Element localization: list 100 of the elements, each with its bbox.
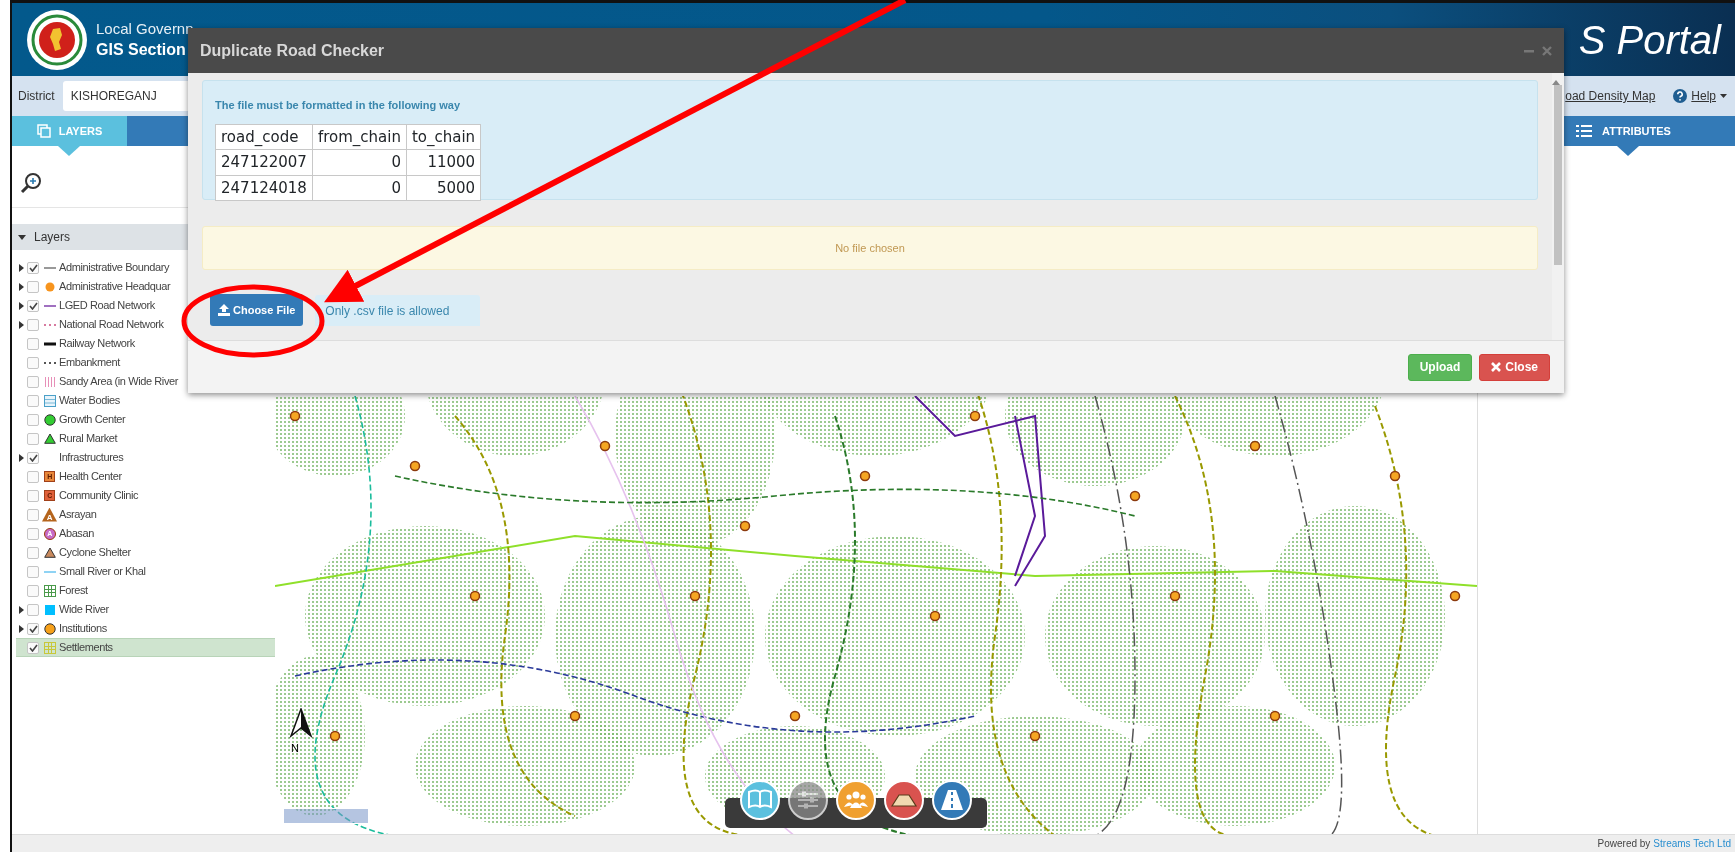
layer-label: Forest xyxy=(59,583,88,599)
layer-label: Asrayan xyxy=(59,507,97,523)
table-cell: 5000 xyxy=(406,175,481,201)
dialog-title: Duplicate Road Checker xyxy=(200,40,385,61)
table-cell: 247122007 xyxy=(215,149,313,175)
layer-label: Community Clinic xyxy=(59,488,139,504)
checkbox[interactable] xyxy=(27,356,39,369)
layer-row[interactable]: Rural Market xyxy=(16,429,275,448)
layer-label: LGED Road Network xyxy=(59,298,155,314)
table-header-cell: to_chain xyxy=(406,124,481,150)
north-label: N xyxy=(291,740,299,756)
layer-row[interactable]: Sandy Area (in Wide River xyxy=(16,372,275,391)
checkbox[interactable] xyxy=(27,622,39,635)
checkbox[interactable] xyxy=(27,470,39,483)
layer-label: Embankment xyxy=(59,355,120,371)
scroll-up-icon[interactable] xyxy=(1552,80,1560,86)
district-label: District xyxy=(18,88,55,105)
layer-label: Sandy Area (in Wide River xyxy=(59,374,178,390)
portal-title: S Portal xyxy=(1578,16,1721,64)
layer-row[interactable]: A Asrayan xyxy=(16,505,275,524)
table-cell: 11000 xyxy=(406,149,481,175)
file-status: No file chosen xyxy=(202,226,1538,270)
zoom-in-icon[interactable] xyxy=(20,171,42,194)
close-button[interactable]: Close xyxy=(1479,353,1550,381)
layer-label: Administrative Headquar xyxy=(59,279,171,295)
layer-row[interactable]: Water Bodies xyxy=(16,391,275,410)
layer-row[interactable]: Growth Center xyxy=(16,410,275,429)
list-icon xyxy=(1576,125,1593,137)
layer-label: Small River or Khal xyxy=(59,564,146,580)
layer-label: Rural Market xyxy=(59,431,118,447)
checkbox[interactable] xyxy=(27,584,39,597)
choose-file-button[interactable]: Choose File xyxy=(210,294,304,326)
checkbox[interactable] xyxy=(27,318,39,331)
layer-label: Infrastructures xyxy=(59,450,124,466)
checkbox[interactable] xyxy=(27,413,39,426)
table-cell: 0 xyxy=(312,149,407,175)
checkbox[interactable] xyxy=(27,299,39,312)
help-icon xyxy=(1673,89,1688,103)
layer-row[interactable]: Settlements xyxy=(16,638,275,657)
layer-label: National Road Network xyxy=(59,317,164,333)
layer-label: Cyclone Shelter xyxy=(59,545,131,561)
nav-link[interactable]: Help xyxy=(1673,87,1727,105)
emblem-icon xyxy=(26,8,88,71)
table-cell: 0 xyxy=(312,175,407,201)
tab-pointer xyxy=(58,146,80,156)
expand-caret-icon[interactable] xyxy=(19,624,24,633)
caret-icon xyxy=(18,234,26,240)
header-subtitle: GIS Section xyxy=(96,39,187,60)
layer-row[interactable]: Forest xyxy=(16,581,275,600)
close-icon xyxy=(1491,362,1502,372)
checkbox[interactable] xyxy=(27,394,39,407)
file-hint: Only .csv file is allowed xyxy=(315,295,481,326)
info-text: The file must be formatted in the following way xyxy=(215,98,462,113)
checkbox[interactable] xyxy=(27,451,39,464)
layer-label: Health Center xyxy=(59,469,122,485)
checkbox[interactable] xyxy=(27,565,39,578)
checkbox[interactable] xyxy=(27,527,39,540)
checkbox[interactable] xyxy=(27,432,39,445)
nav-link[interactable]: oad Density Map xyxy=(1565,87,1656,105)
layer-row[interactable]: Wide River xyxy=(16,600,275,619)
layer-row[interactable]: Railway Network xyxy=(16,334,275,353)
layer-label: Institutions xyxy=(59,621,107,637)
expand-caret-icon[interactable] xyxy=(19,301,24,310)
layer-row[interactable]: Infrastructures xyxy=(16,448,275,467)
checkbox[interactable] xyxy=(27,508,39,521)
checkbox[interactable] xyxy=(27,603,39,616)
expand-caret-icon[interactable] xyxy=(19,605,24,614)
expand-caret-icon[interactable] xyxy=(19,453,24,462)
layer-row[interactable]: Administrative Headquar xyxy=(16,277,275,296)
layer-row[interactable]: Cyclone Shelter xyxy=(16,543,275,562)
expand-caret-icon[interactable] xyxy=(19,320,24,329)
layer-label: Water Bodies xyxy=(59,393,120,409)
layer-row[interactable]: Institutions xyxy=(16,619,275,638)
caret-icon xyxy=(1720,94,1727,98)
layer-label: Administrative Boundary xyxy=(59,260,170,276)
checkbox[interactable] xyxy=(27,375,39,388)
layer-label: Abasan xyxy=(59,526,94,542)
checkbox[interactable] xyxy=(27,641,39,654)
checkbox[interactable] xyxy=(27,489,39,502)
table-header-cell: road_code xyxy=(215,124,313,150)
checkbox[interactable] xyxy=(27,261,39,274)
footer-text: Powered by xyxy=(1597,837,1651,851)
checkbox[interactable] xyxy=(27,280,39,293)
table-cell: 247124018 xyxy=(215,175,313,201)
north-arrow-icon xyxy=(289,708,313,738)
layer-label: Wide River xyxy=(59,602,109,618)
scrollbar[interactable] xyxy=(1552,73,1564,340)
expand-caret-icon[interactable] xyxy=(19,263,24,272)
checkbox[interactable] xyxy=(27,546,39,559)
layer-label: Growth Center xyxy=(59,412,126,428)
tab-pointer xyxy=(1617,146,1639,156)
table-header-cell: from_chain xyxy=(312,124,407,150)
layer-row[interactable]: Embankment xyxy=(16,353,275,372)
layers-icon xyxy=(36,124,51,138)
close-icon[interactable] xyxy=(1542,45,1552,56)
layer-row[interactable]: Small River or Khal xyxy=(16,562,275,581)
upload-icon xyxy=(218,304,230,316)
checkbox[interactable] xyxy=(27,337,39,350)
layer-label: Settlements xyxy=(59,640,113,656)
expand-caret-icon[interactable] xyxy=(19,282,24,291)
